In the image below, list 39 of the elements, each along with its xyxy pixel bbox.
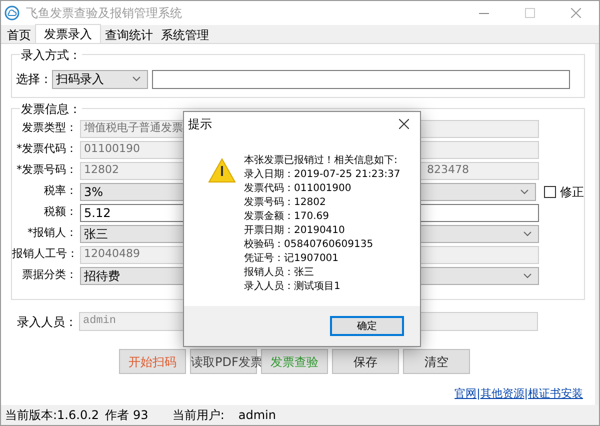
field-label: 报销人工号： [12,246,79,262]
field-value: 823478 [427,162,469,178]
field-value: 增值税电子普通发票 [84,120,183,136]
status-text: 93 [133,407,148,424]
field-value: 5.12 [84,204,111,222]
group-title: 录入方式： [20,46,82,64]
dialog-title: 提示 [188,116,212,133]
link-separator: | [476,386,480,402]
field-label: 税率： [43,183,78,200]
select-label: 选择： [16,71,52,88]
field-value: 01100190 [84,141,140,158]
field-label: *报销人： [26,225,78,242]
field-value: 12802 [84,162,119,178]
field-value: admin [83,314,116,330]
field-value: 3% [84,184,104,200]
message-line: 发票金额：170.69 [244,210,330,224]
status-text: admin [238,407,276,424]
field-value: 12040489 [84,246,140,262]
link-separator: | [524,386,528,402]
message-line: 录入人员：测试项目1 [244,280,342,294]
field-label: *发票代码： [16,141,78,158]
field-label: *发票号码： [16,162,78,178]
field-value: 张三 [84,226,108,242]
field-label: 发票类型： [21,120,78,136]
message-line: 报销人员：张三 [244,266,315,280]
status-text: 当前用户: [172,407,224,424]
dropdown-value: 扫码录入 [56,71,104,88]
group-title: 发票信息： [20,100,82,118]
field-label: 税额： [43,204,78,220]
message-line: 录入日期：2019-07-25 21:23:37 [244,168,400,182]
status-text: 作者 [105,407,130,424]
message-line: 发票代码：011001900 [244,182,352,196]
window-title: 飞鱼发票查验及报销管理系统 [26,5,182,22]
message-line: 开票日期：20190410 [244,224,346,238]
message-line: 凭证号：记1907001 [244,252,340,266]
field-label: 录入人员： [17,314,78,330]
field-label: 票据分类： [21,267,78,284]
field-value: 招待费 [84,268,120,284]
status-text: 当前版本:1.6.0.2 [5,407,100,424]
